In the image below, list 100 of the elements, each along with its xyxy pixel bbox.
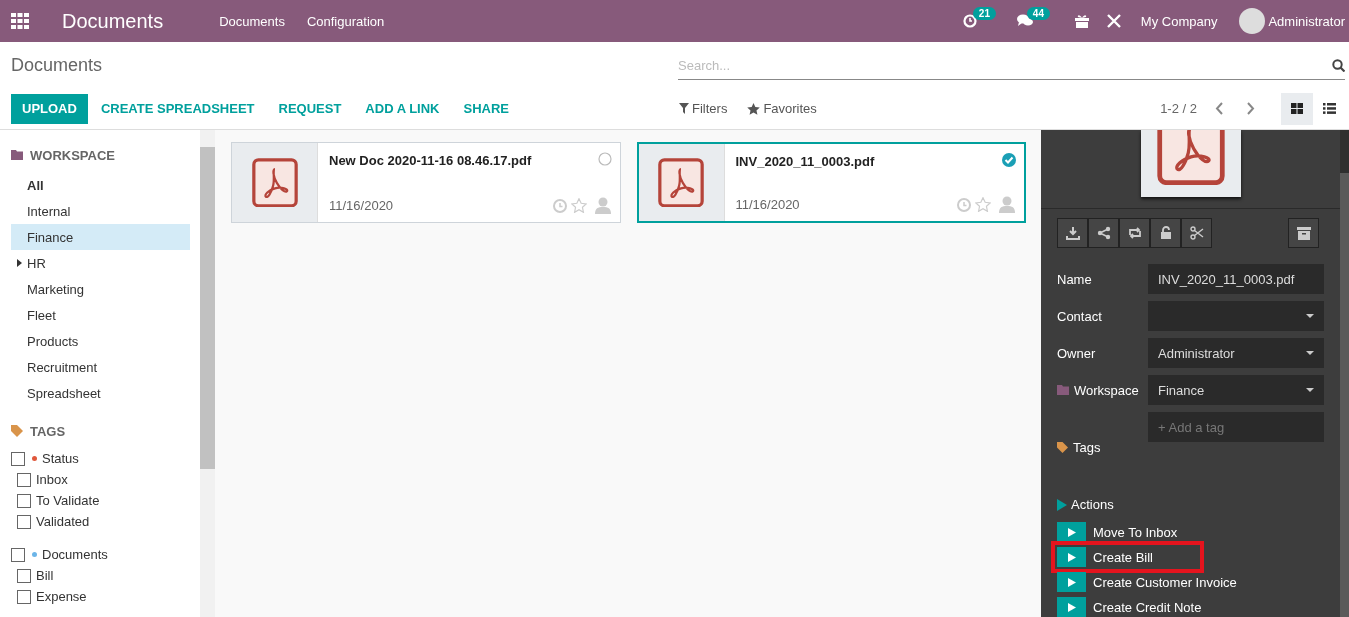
play-icon[interactable] <box>1067 552 1076 562</box>
favorites-menu[interactable]: Favorites <box>763 101 817 116</box>
filters-menu[interactable]: Filters <box>692 101 728 116</box>
dropdown-caret-icon[interactable] <box>1306 388 1314 392</box>
select-field[interactable]: Administrator <box>1148 338 1324 368</box>
workspace-item[interactable]: Internal <box>11 198 190 224</box>
menu-item[interactable]: Configuration <box>306 13 385 29</box>
folder-icon <box>11 150 23 160</box>
checkbox[interactable] <box>11 547 25 562</box>
company-switcher[interactable]: My Company <box>1140 13 1218 29</box>
pager-value[interactable]: 1-2 / 2 <box>1160 101 1197 116</box>
section-heading: TAGS <box>30 423 66 439</box>
workspace-item[interactable]: HR <box>11 250 190 276</box>
play-icon[interactable] <box>1067 577 1076 587</box>
document-name: New Doc 2020-11-16 08.46.17.pdf <box>329 153 532 168</box>
scrollbar[interactable] <box>200 130 215 617</box>
tag-label[interactable]: Expense <box>36 589 87 604</box>
checkbox[interactable] <box>17 472 31 487</box>
replace-button[interactable] <box>1119 218 1150 248</box>
search-icon[interactable] <box>1332 59 1345 72</box>
play-button[interactable] <box>1057 547 1086 567</box>
share-button[interactable] <box>1088 218 1119 248</box>
field-label: Owner <box>1057 345 1096 361</box>
workspace-item[interactable]: All <box>11 172 190 198</box>
lock-icon[interactable] <box>1158 226 1173 240</box>
caret-icon[interactable] <box>17 259 22 267</box>
archive-icon[interactable] <box>1296 226 1311 240</box>
menu-item[interactable]: Documents <box>219 13 285 29</box>
document-card[interactable]: INV_2020_11_0003.pdf 11/16/2020 <box>636 142 1026 223</box>
action-link[interactable]: Create Credit Note <box>1093 599 1202 615</box>
download-button[interactable] <box>1057 218 1088 248</box>
document-preview[interactable] <box>1140 130 1241 197</box>
workspace-item[interactable]: Recruitment <box>11 354 190 380</box>
checkbox[interactable] <box>17 493 31 508</box>
download-icon[interactable] <box>1065 226 1080 240</box>
action-link[interactable]: Create Bill <box>1093 549 1153 565</box>
lock-button[interactable] <box>1150 218 1181 248</box>
action-link[interactable]: Move To Inbox <box>1093 524 1178 540</box>
play-icon[interactable] <box>1067 527 1076 537</box>
actions-heading: Actions <box>1071 497 1114 512</box>
search-field[interactable]: Search... <box>678 58 1332 73</box>
document-name: INV_2020_11_0003.pdf <box>735 154 875 169</box>
dropdown-caret-icon[interactable] <box>1306 314 1314 318</box>
tag-group-label[interactable]: Status <box>42 451 79 466</box>
checkbox[interactable] <box>17 568 31 583</box>
app-title: Documents <box>62 9 164 33</box>
selected-check-icon[interactable] <box>1002 153 1016 167</box>
action-link[interactable]: Create Customer Invoice <box>1093 574 1237 590</box>
tag-icon <box>1057 441 1068 453</box>
pdf-icon <box>251 157 298 208</box>
kanban-view-button[interactable] <box>1281 92 1313 125</box>
scissors-button[interactable] <box>1181 218 1212 248</box>
star-icon[interactable] <box>570 198 587 213</box>
checkbox[interactable] <box>11 451 25 466</box>
share-icon[interactable] <box>1096 226 1111 240</box>
workspace-item[interactable]: Products <box>11 328 190 354</box>
filter-icon <box>679 103 689 114</box>
document-card[interactable]: New Doc 2020-11-16 08.46.17.pdf 11/16/2020 <box>231 142 621 223</box>
gift-icon[interactable] <box>1074 14 1089 28</box>
select-field[interactable] <box>1148 301 1324 331</box>
tag-label[interactable]: Bill <box>36 568 54 583</box>
document-date: 11/16/2020 <box>735 197 801 212</box>
checkbox[interactable] <box>17 514 31 529</box>
replace-icon[interactable] <box>1127 226 1142 240</box>
folder-icon <box>1057 385 1069 395</box>
star-icon[interactable] <box>975 197 991 212</box>
field-label: Name <box>1057 271 1092 287</box>
document-date: 11/16/2020 <box>329 198 395 213</box>
workspace-item[interactable]: Spreadsheet <box>11 380 190 406</box>
play-icon[interactable] <box>1067 602 1076 612</box>
play-button[interactable] <box>1057 597 1086 617</box>
pdf-icon <box>1156 130 1225 185</box>
tag-label[interactable]: To Validate <box>36 493 100 508</box>
checkbox[interactable] <box>17 589 31 604</box>
grid-icon[interactable] <box>1291 103 1303 114</box>
archive-button[interactable] <box>1288 218 1319 248</box>
play-button[interactable] <box>1057 522 1086 542</box>
next-page-icon[interactable] <box>1246 102 1255 115</box>
section-heading: WORKSPACE <box>30 147 115 163</box>
tag-label[interactable]: Inbox <box>36 472 68 487</box>
user-avatar[interactable] <box>1239 8 1266 34</box>
dropdown-caret-icon[interactable] <box>1306 351 1314 355</box>
field-label: Contact <box>1057 308 1102 324</box>
name-field[interactable]: INV_2020_11_0003.pdf <box>1148 264 1324 294</box>
tag-group-label[interactable]: Documents <box>42 547 108 562</box>
previous-page-icon[interactable] <box>1215 102 1224 115</box>
select-field[interactable]: Finance <box>1148 375 1324 405</box>
workspace-item[interactable]: Finance <box>11 224 190 250</box>
scissors-icon[interactable] <box>1189 226 1204 240</box>
list-icon[interactable] <box>1322 103 1336 114</box>
workspace-item[interactable]: Fleet <box>11 302 190 328</box>
workspace-item[interactable]: Marketing <box>11 276 190 302</box>
breadcrumb-title: Documents <box>11 54 104 76</box>
scrollbar[interactable] <box>1340 130 1349 617</box>
apps-menu-icon[interactable] <box>11 13 29 29</box>
user-name[interactable]: Administrator <box>1268 13 1345 29</box>
message-count-badge: 44 <box>1026 7 1050 20</box>
tag-label[interactable]: Validated <box>36 514 90 529</box>
star-icon <box>747 102 761 115</box>
play-button[interactable] <box>1057 572 1086 592</box>
